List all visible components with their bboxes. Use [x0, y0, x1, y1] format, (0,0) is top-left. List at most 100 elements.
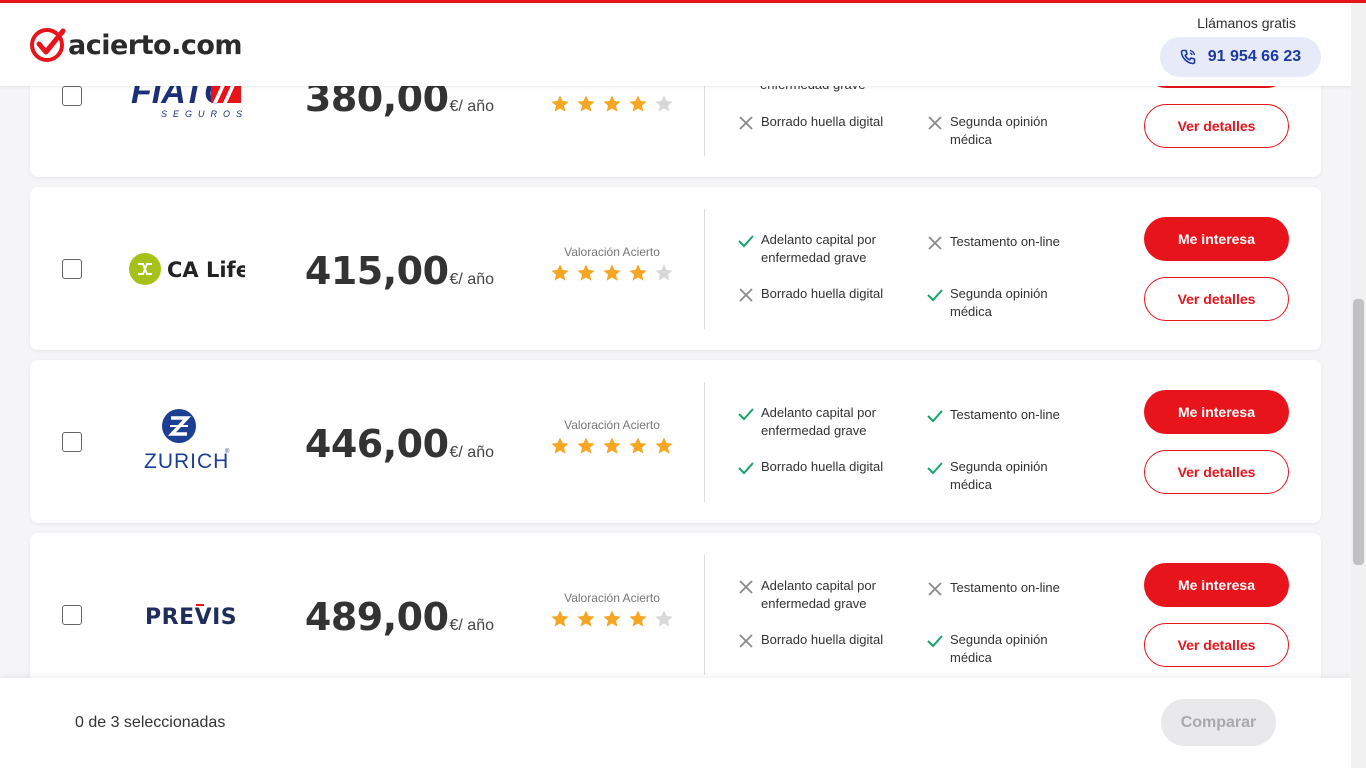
me-interesa-button[interactable]: Me interesa	[1144, 217, 1289, 261]
logo-text: acierto.com	[68, 29, 243, 61]
price-amount: 415,00	[304, 249, 449, 293]
feature-label: Testamento on-line	[950, 407, 1060, 422]
compare-checkbox[interactable]	[62, 605, 82, 625]
star-icon	[551, 95, 569, 112]
feature-borrado-huella: Borrado huella digital	[738, 285, 898, 303]
ca-life-logo: CA Life	[127, 239, 247, 299]
feature-label: Borrado huella digital	[761, 114, 884, 129]
feature-segunda-opinion: Segunda opinión médica	[927, 285, 1087, 321]
previs-logo: PREVIS	[127, 585, 247, 645]
feature-label: Adelanto capital por enfermedad grave	[761, 232, 876, 265]
feature-label: Testamento on-line	[950, 234, 1060, 249]
divider	[704, 209, 705, 329]
star-icon	[655, 437, 673, 454]
feature-adelanto-capital: Adelanto capital por enfermedad grave	[738, 404, 898, 440]
star-icon	[655, 95, 673, 112]
price-amount: 489,00	[304, 595, 449, 639]
ver-detalles-button[interactable]: Ver detalles	[1144, 104, 1289, 148]
check-icon	[927, 635, 943, 648]
compare-checkbox[interactable]	[62, 259, 82, 279]
star-icon	[629, 95, 647, 112]
check-icon	[738, 235, 754, 248]
check-icon	[738, 462, 754, 475]
rating-stars	[549, 263, 675, 283]
cross-icon	[739, 288, 753, 302]
price-unit: €/ año	[449, 444, 494, 461]
check-icon	[927, 289, 943, 302]
scrollbar-thumb[interactable]	[1353, 299, 1364, 565]
phone-number: 91 954 66 23	[1207, 48, 1302, 65]
feature-segunda-opinion: Segunda opinión médica	[927, 113, 1087, 149]
star-icon	[577, 437, 595, 454]
rating-stars	[549, 609, 675, 629]
star-icon	[629, 264, 647, 281]
price-unit: €/ año	[449, 98, 494, 115]
svg-text:CA Life: CA Life	[167, 258, 245, 282]
compare-checkbox[interactable]	[62, 432, 82, 452]
cross-icon	[928, 582, 942, 596]
price: 489,00 €/ año	[305, 595, 494, 639]
price: 446,00 €/ año	[305, 422, 494, 466]
insurance-card-zurich: ZURICH ® 446,00 €/ año Valoración Aciert…	[30, 360, 1321, 523]
feature-label: Borrado huella digital	[761, 459, 884, 474]
feature-label: Borrado huella digital	[761, 286, 884, 301]
svg-text:SEGUROS: SEGUROS	[161, 109, 243, 119]
price-amount: 446,00	[304, 422, 449, 466]
ver-detalles-button[interactable]: Ver detalles	[1144, 623, 1289, 667]
star-icon	[655, 264, 673, 281]
feature-label: Adelanto capital por enfermedad grave	[761, 405, 876, 438]
check-icon	[738, 408, 754, 421]
star-icon	[577, 95, 595, 112]
star-icon	[603, 437, 621, 454]
feature-label: Segunda opinión médica	[950, 632, 1048, 665]
cross-icon	[928, 116, 942, 130]
insurance-card-previs: PREVIS 489,00 €/ año Valoración Acierto …	[30, 533, 1321, 696]
site-header: acierto.com Llámanos gratis 91 954 66 23	[0, 3, 1351, 86]
feature-segunda-opinion: Segunda opinión médica	[927, 458, 1087, 494]
call-free-label: Llámanos gratis	[1197, 15, 1296, 31]
star-icon	[577, 610, 595, 627]
ver-detalles-button[interactable]: Ver detalles	[1144, 277, 1289, 321]
rating: Valoración Acierto	[549, 591, 675, 629]
star-icon	[551, 610, 569, 627]
rating-label: Valoración Acierto	[564, 591, 660, 605]
acierto-logo[interactable]: acierto.com	[29, 27, 243, 63]
star-icon	[551, 264, 569, 281]
zurich-logo: ZURICH ®	[127, 409, 247, 472]
rating-stars	[549, 94, 675, 114]
svg-text:®: ®	[225, 448, 230, 455]
feature-label: Adelanto capital por enfermedad grave	[761, 578, 876, 611]
star-icon	[603, 95, 621, 112]
phone-icon	[1180, 49, 1196, 65]
feature-adelanto-capital: Adelanto capital por enfermedad grave	[738, 231, 898, 267]
rating-label: Valoración Acierto	[564, 245, 660, 259]
star-icon	[603, 264, 621, 281]
compare-button[interactable]: Comparar	[1161, 699, 1276, 746]
feature-testamento: Testamento on-line	[927, 406, 1087, 424]
rating	[549, 94, 675, 114]
svg-text:ZURICH: ZURICH	[144, 450, 229, 472]
scrollbar[interactable]	[1351, 3, 1366, 768]
cross-icon	[739, 634, 753, 648]
check-logo-icon	[30, 28, 66, 62]
rating: Valoración Acierto	[549, 245, 675, 283]
svg-text:PREVIS: PREVIS	[145, 605, 237, 630]
feature-label: Segunda opinión médica	[950, 286, 1048, 319]
star-icon	[629, 437, 647, 454]
me-interesa-button[interactable]: Me interesa	[1144, 390, 1289, 434]
phone-button[interactable]: 91 954 66 23	[1160, 37, 1321, 77]
feature-borrado-huella: Borrado huella digital	[738, 113, 898, 131]
star-icon	[577, 264, 595, 281]
insurance-card-ca-life: CA Life 415,00 €/ año Valoración Acierto…	[30, 187, 1321, 350]
me-interesa-button[interactable]: Me interesa	[1144, 563, 1289, 607]
check-icon	[927, 462, 943, 475]
star-icon	[603, 610, 621, 627]
divider	[704, 555, 705, 675]
feature-adelanto-capital: Adelanto capital por enfermedad grave	[738, 577, 898, 613]
ver-detalles-button[interactable]: Ver detalles	[1144, 450, 1289, 494]
feature-label: Borrado huella digital	[761, 632, 884, 647]
compare-checkbox[interactable]	[62, 86, 82, 106]
price-unit: €/ año	[449, 271, 494, 288]
feature-borrado-huella: Borrado huella digital	[738, 458, 898, 476]
selected-count: 0 de 3 seleccionadas	[75, 714, 226, 731]
